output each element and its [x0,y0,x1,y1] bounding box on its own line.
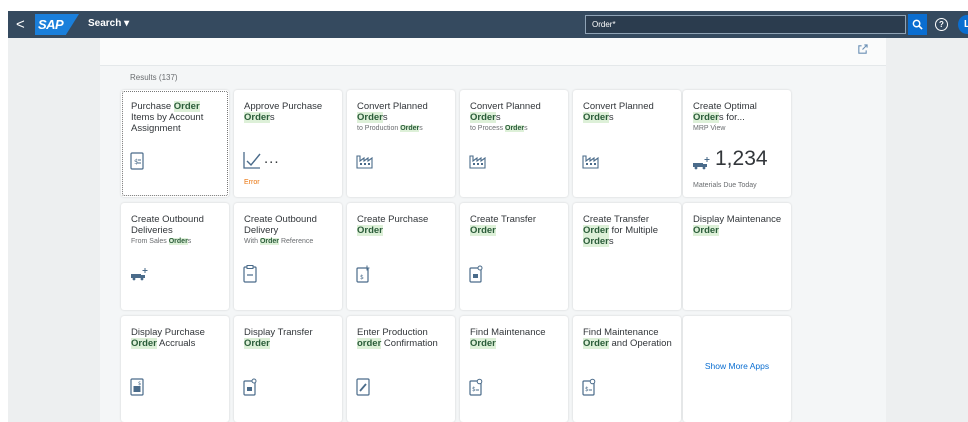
kpi-value: 1,234 [715,147,768,170]
factory-icon [469,155,486,169]
results-toolbar [100,38,886,66]
transfer-document-icon [243,378,257,396]
create-document-icon: $ [356,265,370,283]
tile-title: Find Maintenance Order [470,327,546,349]
tile-title: Convert Planned Orders [583,101,654,123]
tile-create-optimal-orders[interactable]: Create Optimal Orders for... MRP View 1,… [683,90,791,197]
show-more-apps-link[interactable]: Show More Apps [683,361,791,371]
export-button[interactable] [857,42,868,60]
tile-create-purchase-order[interactable]: Create Purchase Order $ [347,203,455,310]
tile-title: Purchase Order Items by Account Assignme… [131,101,204,134]
help-icon[interactable]: ? [935,18,948,31]
approve-checkmark-icon [243,152,261,169]
transfer-document-icon [469,265,483,283]
accruals-document-icon: $ [130,378,144,396]
tile-create-outbound-deliveries[interactable]: Create Outbound Deliveries From Sales Or… [121,203,229,310]
tile-subtitle: MRP View [693,125,726,132]
tile-title: Create Outbound Deliveries [131,214,204,236]
tile-display-transfer-order[interactable]: Display Transfer Order [234,316,342,422]
create-truck-icon [693,157,710,170]
svg-text:$: $ [585,386,589,393]
tile-subtitle: With Order Reference [244,238,314,245]
factory-icon [356,155,373,169]
tile-title: Display Purchase Order Accruals [131,327,205,349]
tile-footer: Materials Due Today [693,182,757,189]
tile-title: Convert Planned Orders [357,101,428,123]
tile-title: Display Maintenance Order [693,214,782,236]
tile-approve-purchase-orders[interactable]: Approve Purchase Orders ... Error [234,90,342,197]
tile-purchase-order-items[interactable]: Purchase Order Items by Account Assignme… [121,90,229,197]
user-avatar[interactable]: L [958,15,968,34]
tile-title: Create Outbound Delivery [244,214,317,236]
tile-title: Create Transfer Order [470,214,536,236]
tile-title: Create Optimal Orders for... [693,101,757,123]
factory-icon [582,155,599,169]
tile-find-maintenance-order-operation[interactable]: Find Maintenance Order and Operation $ [573,316,681,422]
tile-convert-planned-orders-process[interactable]: Convert Planned Orders to Process Orders [460,90,568,197]
tile-display-maintenance-order[interactable]: Display Maintenance Order [683,203,791,310]
tile-title: Approve Purchase Orders [244,101,323,123]
tile-enter-production-order-confirmation[interactable]: Enter Production order Confirmation [347,316,455,422]
tile-subtitle: to Production Orders [357,125,423,132]
svg-text:$: $ [360,274,364,281]
tile-title: Enter Production order Confirmation [357,327,438,349]
show-more-apps-tile[interactable]: Show More Apps [683,316,791,422]
search-menu-button[interactable]: Search ▾ [88,18,129,29]
search-input[interactable]: Order* [585,15,906,34]
search-button[interactable] [908,14,927,35]
svg-text:$: $ [138,381,141,387]
tile-title: Create Transfer Order for Multiple Order… [583,214,658,247]
error-status: Error [244,179,260,186]
svg-text:$: $ [472,386,476,393]
tile-convert-planned-orders[interactable]: Convert Planned Orders [573,90,681,197]
tile-create-outbound-delivery[interactable]: Create Outbound Delivery With Order Refe… [234,203,342,310]
back-button[interactable]: < [16,16,25,33]
loading-indicator: ... [264,150,280,167]
results-count: Results (137) [130,73,178,82]
tile-title: Display Transfer Order [244,327,313,349]
tile-subtitle: From Sales Orders [131,238,192,245]
tile-subtitle: to Process Orders [470,125,528,132]
tile-title: Convert Planned Orders [470,101,541,123]
create-truck-icon [131,268,148,281]
list-document-icon: $ [130,152,144,170]
search-document-icon: $ [582,378,596,396]
search-icon [912,19,923,30]
tile-convert-planned-orders-production[interactable]: Convert Planned Orders to Production Ord… [347,90,455,197]
tile-find-maintenance-order[interactable]: Find Maintenance Order $ [460,316,568,422]
edit-document-icon [356,378,370,396]
export-icon [858,44,868,54]
search-document-icon: $ [469,378,483,396]
shell-bar: < SAP Search ▾ Order* ? L [8,11,968,38]
svg-text:$: $ [134,158,138,166]
clipboard-icon [243,265,257,283]
tile-create-transfer-order-multiple[interactable]: Create Transfer Order for Multiple Order… [573,203,681,310]
tile-display-purchase-order-accruals[interactable]: Display Purchase Order Accruals $ [121,316,229,422]
sap-logo[interactable]: SAP [35,14,79,35]
tile-create-transfer-order[interactable]: Create Transfer Order [460,203,568,310]
tile-title: Create Purchase Order [357,214,429,236]
tile-title: Find Maintenance Order and Operation [583,327,672,349]
